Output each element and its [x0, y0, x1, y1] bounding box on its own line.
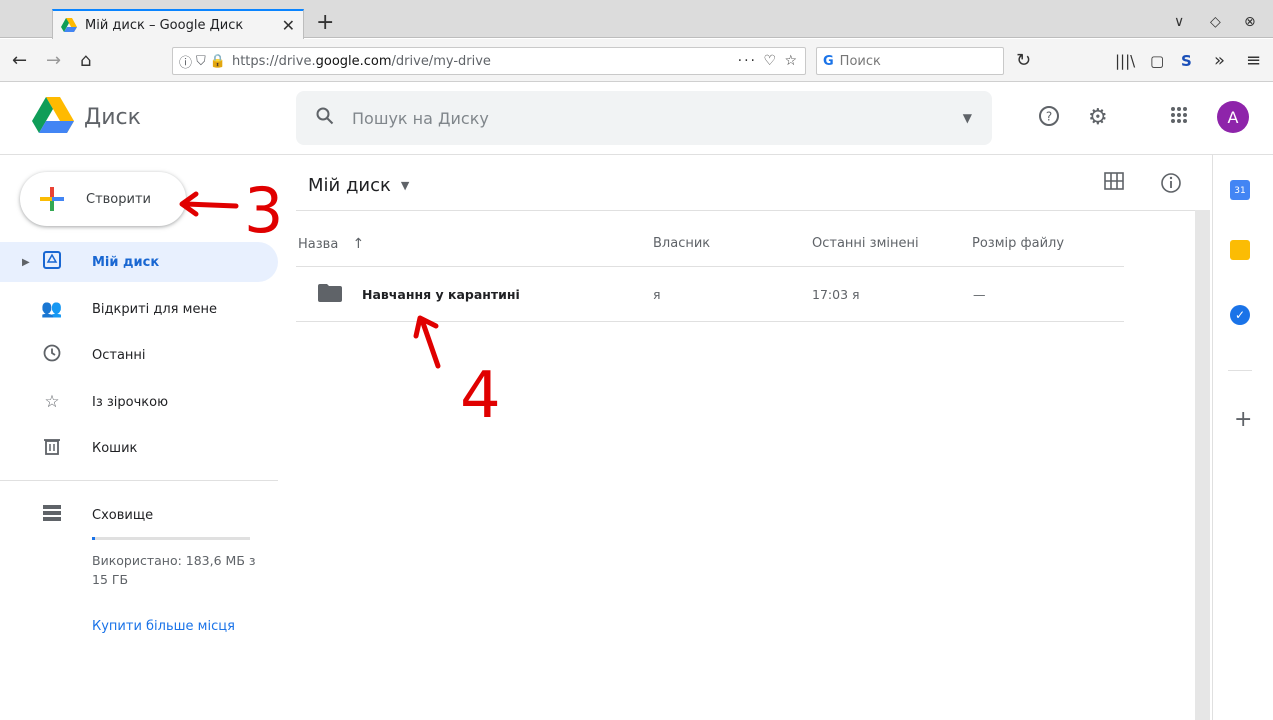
sort-up-arrow-icon[interactable]: ↑ — [352, 236, 364, 252]
extension-icon[interactable]: S — [1181, 52, 1192, 70]
header-divider — [296, 210, 1210, 211]
file-modified: 17:03 я — [812, 287, 860, 302]
back-icon[interactable]: ← — [12, 50, 27, 71]
sidebar-item-starred[interactable]: ☆ Із зірочкою — [0, 382, 278, 422]
column-header-size[interactable]: Розмір файлу — [972, 236, 1064, 251]
add-addon-icon[interactable]: + — [1234, 407, 1252, 432]
sidebar-item-storage[interactable]: Сховище — [0, 495, 278, 535]
close-window-icon[interactable]: ⊗ — [1244, 14, 1256, 30]
side-panel-divider — [1228, 370, 1252, 371]
browser-nav-bar: ← → ⌂ ⓘ ⛉ 🔒 https://drive. google.com/dri… — [0, 39, 1273, 82]
storage-icon — [40, 504, 64, 526]
account-avatar[interactable]: A — [1217, 101, 1249, 133]
my-drive-icon — [40, 250, 64, 274]
page-title-text: Мій диск — [308, 175, 391, 196]
sidebar-item-trash[interactable]: Кошик — [0, 428, 278, 468]
sidebar-item-label: Із зірочкою — [92, 394, 169, 410]
app-title[interactable]: Диск — [84, 105, 141, 130]
expand-arrow-icon[interactable]: ▶ — [22, 257, 30, 268]
plus-icon — [38, 185, 66, 213]
tab-title: Мій диск – Google Диск — [85, 17, 244, 33]
sidebar-item-label: Останні — [92, 347, 146, 363]
calendar-icon[interactable]: 31 — [1230, 180, 1250, 200]
annotation-step-3: 3 — [244, 174, 284, 247]
grid-view-icon[interactable] — [1104, 172, 1124, 195]
sidebar-divider — [0, 480, 278, 481]
url-host: google.com — [315, 53, 392, 69]
caret-down-icon[interactable]: ▼ — [401, 179, 409, 192]
new-tab-icon[interactable]: + — [316, 10, 334, 35]
create-label: Створити — [86, 191, 151, 207]
annotation-arrow-up-icon — [413, 315, 441, 369]
row-divider — [296, 266, 1124, 267]
sidebar-item-label: Сховище — [92, 507, 154, 523]
info-details-icon[interactable] — [1160, 172, 1182, 199]
help-icon[interactable]: ? — [1038, 105, 1060, 133]
star-icon: ☆ — [44, 392, 60, 412]
apps-grid-icon[interactable] — [1170, 105, 1188, 130]
search-options-icon[interactable]: ▼ — [963, 111, 972, 125]
tab-close-icon[interactable]: ✕ — [282, 16, 295, 35]
column-header-owner[interactable]: Власник — [653, 236, 710, 251]
page-title[interactable]: Мій диск ▼ — [308, 175, 409, 196]
browser-search-box[interactable]: G Поиск — [816, 47, 1004, 75]
chevron-down-icon[interactable]: ∨ — [1174, 14, 1184, 30]
url-bar[interactable]: ⓘ ⛉ 🔒 https://drive. google.com/drive/my-… — [172, 47, 806, 75]
column-header-label: Назва — [298, 237, 339, 252]
lock-icon[interactable]: 🔒 — [210, 54, 226, 69]
page-actions-icon[interactable]: ··· ♡ ☆ — [738, 53, 799, 69]
file-name[interactable]: Навчання у карантині — [362, 287, 520, 302]
sidebar-item-label: Мій диск — [92, 254, 160, 270]
menu-icon[interactable]: ≡ — [1246, 50, 1261, 71]
overflow-icon[interactable]: » — [1214, 50, 1225, 71]
info-icon[interactable]: ⓘ — [179, 52, 192, 71]
drive-logo-icon[interactable] — [32, 97, 74, 135]
column-header-name[interactable]: Назва ↑ — [298, 236, 364, 252]
storage-progress-fill — [92, 537, 96, 540]
reload-icon[interactable]: ↻ — [1016, 50, 1031, 71]
url-prefix: https://drive. — [231, 53, 316, 69]
keep-icon[interactable] — [1230, 240, 1250, 260]
browser-search-placeholder: Поиск — [839, 53, 881, 69]
tracking-shield-icon[interactable]: ⛉ — [196, 54, 206, 69]
tasks-icon[interactable]: ✓ — [1230, 305, 1250, 325]
drive-search-input[interactable]: Пошук на Диску ▼ — [296, 91, 992, 145]
file-size: — — [973, 287, 986, 302]
trash-icon — [40, 437, 64, 460]
settings-gear-icon[interactable]: ⚙ — [1088, 105, 1108, 130]
search-icon[interactable] — [316, 107, 334, 129]
clock-icon — [40, 344, 64, 367]
scrollbar[interactable] — [1195, 210, 1210, 720]
home-icon[interactable]: ⌂ — [80, 50, 91, 71]
column-header-modified[interactable]: Останні змінені — [812, 236, 919, 251]
sidebar-item-shared-with-me[interactable]: 👥 Відкриті для мене — [0, 289, 278, 329]
svg-text:?: ? — [1046, 110, 1052, 124]
sidebar-icon[interactable]: ▢ — [1150, 52, 1164, 70]
browser-tab[interactable]: Мій диск – Google Диск ✕ — [52, 9, 304, 39]
storage-usage-text: Використано: 183,6 МБ з 15 ГБ — [92, 553, 256, 587]
annotation-step-4: 4 — [460, 359, 501, 433]
storage-progress-bar — [92, 537, 250, 540]
sidebar-item-recent[interactable]: Останні — [0, 335, 278, 375]
file-owner: я — [653, 287, 661, 302]
url-path: /drive/my-drive — [391, 53, 491, 69]
sidebar-item-my-drive[interactable]: ▶ Мій диск — [0, 242, 278, 282]
annotation-arrow-left-icon — [179, 191, 239, 217]
drive-favicon-icon — [61, 18, 77, 32]
forward-icon[interactable]: → — [46, 50, 61, 71]
folder-icon — [318, 284, 342, 306]
sidebar-item-label: Відкриті для мене — [92, 301, 217, 317]
browser-tab-bar: Мій диск – Google Диск ✕ + ∨ ◇ ⊗ — [0, 0, 1273, 39]
library-icon[interactable]: |||\ — [1115, 52, 1135, 70]
buy-storage-link[interactable]: Купити більше місця — [92, 619, 235, 634]
drive-header: Диск Пошук на Диску ▼ ? ⚙ A — [0, 83, 1273, 155]
restore-window-icon[interactable]: ◇ — [1210, 14, 1221, 30]
search-engine-icon: G — [823, 53, 834, 69]
search-placeholder: Пошук на Диску — [352, 108, 489, 128]
people-icon: 👥 — [41, 299, 63, 319]
create-button[interactable]: Створити — [20, 172, 186, 226]
sidebar-item-label: Кошик — [92, 440, 138, 456]
